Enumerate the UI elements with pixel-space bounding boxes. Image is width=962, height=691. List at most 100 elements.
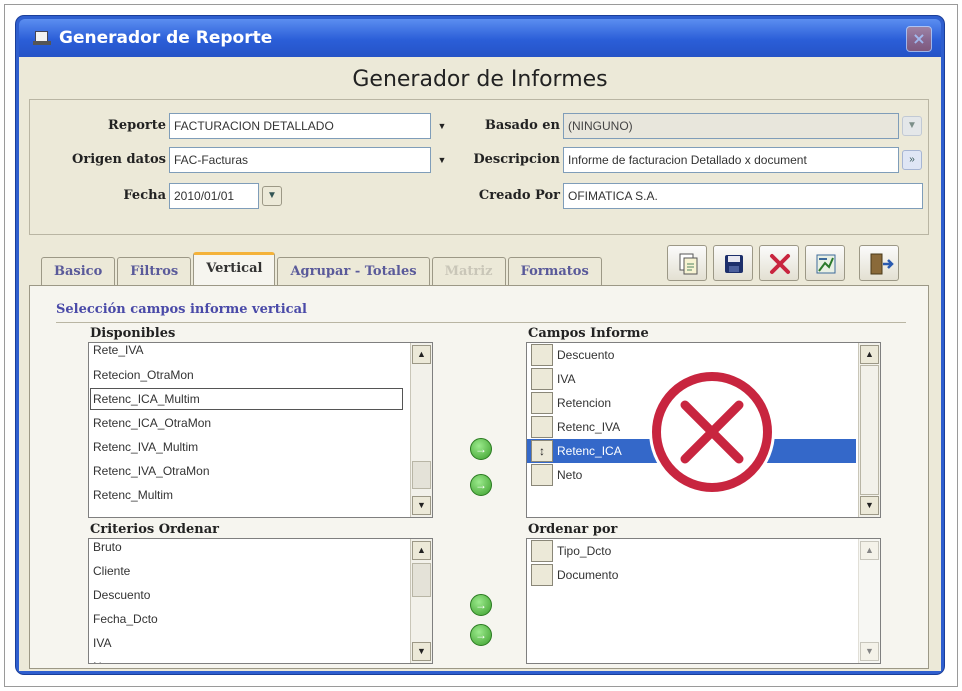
title-bar[interactable]: Generador de Reporte × bbox=[19, 19, 941, 57]
list-item[interactable]: IVA bbox=[89, 631, 432, 655]
list-item[interactable]: Retenc_ICA_OtraMon bbox=[89, 411, 432, 435]
criterios-scrollbar[interactable]: ▲ ▼ bbox=[410, 539, 432, 663]
list-item[interactable]: Tipo_Dcto bbox=[527, 539, 880, 563]
section-divider bbox=[56, 322, 906, 323]
form-title: Generador de Informes bbox=[352, 67, 608, 92]
export-button[interactable] bbox=[805, 245, 845, 281]
scroll-thumb[interactable] bbox=[412, 461, 431, 489]
list-item[interactable]: Retenc_ICA_Multim bbox=[89, 387, 404, 411]
campos-informe-label: Campos Informe bbox=[528, 326, 649, 341]
origen-datos-label: Origen datos bbox=[72, 152, 166, 167]
disponibles-scrollbar[interactable]: ▲ ▼ bbox=[410, 343, 432, 517]
reporte-dropdown-icon[interactable]: ▼ bbox=[433, 113, 451, 139]
delete-icon bbox=[770, 254, 790, 274]
row-handle[interactable] bbox=[531, 368, 553, 390]
cross-mark-icon bbox=[680, 400, 744, 464]
sort-handle-icon[interactable]: ↕ bbox=[531, 440, 553, 462]
save-button[interactable] bbox=[713, 245, 753, 281]
creado-por-field[interactable]: OFIMATICA S.A. bbox=[563, 183, 923, 209]
field-name: Tipo_Dcto bbox=[557, 544, 612, 558]
tab-vertical[interactable]: Vertical bbox=[193, 252, 276, 285]
list-item[interactable]: Fecha_Dcto bbox=[89, 607, 432, 631]
row-handle[interactable] bbox=[531, 344, 553, 366]
basado-en-field: (NINGUNO) bbox=[563, 113, 899, 139]
window-title: Generador de Reporte bbox=[59, 28, 273, 48]
scroll-up-icon: ▲ bbox=[860, 541, 879, 560]
field-name: Retenc_IVA bbox=[557, 420, 621, 434]
list-item[interactable]: Retenc_Multim bbox=[89, 483, 432, 507]
field-name: Descuento bbox=[557, 348, 615, 362]
expand-description-icon[interactable]: » bbox=[902, 150, 922, 170]
list-item[interactable]: Documento bbox=[527, 563, 880, 587]
scroll-up-icon[interactable]: ▲ bbox=[412, 541, 431, 560]
field-name: Retenc_ICA bbox=[557, 444, 622, 458]
row-handle[interactable] bbox=[531, 464, 553, 486]
remove-field-button[interactable]: → bbox=[470, 474, 492, 496]
delete-button[interactable] bbox=[759, 245, 799, 281]
report-header-group: Reporte FACTURACION DETALLADO ▼ Origen d… bbox=[29, 99, 929, 235]
list-item[interactable]: Bruto bbox=[89, 539, 432, 559]
add-sort-button[interactable]: → bbox=[470, 594, 492, 616]
scroll-down-icon[interactable]: ▼ bbox=[860, 496, 879, 515]
add-field-button[interactable]: → bbox=[470, 438, 492, 460]
ordenar-por-label: Ordenar por bbox=[528, 522, 618, 537]
list-item[interactable]: Retenc_IVA_Multim bbox=[89, 435, 432, 459]
tab-filtros[interactable]: Filtros bbox=[117, 257, 192, 285]
copy-icon bbox=[679, 253, 698, 275]
row-handle[interactable] bbox=[531, 392, 553, 414]
scroll-track[interactable] bbox=[860, 365, 879, 495]
list-item[interactable]: Descuento bbox=[527, 343, 880, 367]
basado-en-dropdown-icon: ▼ bbox=[902, 116, 922, 136]
list-item[interactable]: Retecion_OtraMon bbox=[89, 363, 432, 387]
fecha-label: Fecha bbox=[123, 188, 166, 203]
row-handle[interactable] bbox=[531, 564, 553, 586]
window-client-area: Generador de Informes Reporte FACTURACIO… bbox=[19, 57, 941, 671]
scroll-up-icon[interactable]: ▲ bbox=[860, 345, 879, 364]
fecha-dropdown-icon[interactable]: ▼ bbox=[262, 186, 282, 206]
descripcion-label: Descripcion bbox=[473, 152, 560, 167]
reporte-label: Reporte bbox=[108, 118, 166, 133]
campos-informe-scrollbar[interactable]: ▲ ▼ bbox=[858, 343, 880, 517]
vertical-tab-panel: Selección campos informe vertical Dispon… bbox=[29, 285, 929, 669]
list-item[interactable]: Retenc_IVA_OtraMon bbox=[89, 459, 432, 483]
scroll-up-icon[interactable]: ▲ bbox=[412, 345, 431, 364]
app-icon bbox=[33, 30, 51, 46]
close-button[interactable]: × bbox=[906, 26, 932, 52]
field-name: Retencion bbox=[557, 396, 612, 410]
tab-agrupar-totales[interactable]: Agrupar - Totales bbox=[277, 257, 430, 285]
row-handle[interactable] bbox=[531, 416, 553, 438]
disponibles-list[interactable]: Rete_IVA Retecion_OtraMon Retenc_ICA_Mul… bbox=[88, 342, 433, 518]
exit-button[interactable] bbox=[859, 245, 899, 281]
save-icon bbox=[725, 255, 743, 273]
list-item[interactable]: Neto bbox=[89, 655, 432, 663]
list-item[interactable]: Descuento bbox=[89, 583, 432, 607]
criterios-ordenar-label: Criterios Ordenar bbox=[90, 522, 219, 537]
remove-sort-button[interactable]: → bbox=[470, 624, 492, 646]
scroll-down-icon: ▼ bbox=[860, 642, 879, 661]
list-item[interactable]: Rete_IVA bbox=[89, 343, 432, 363]
criterios-ordenar-list[interactable]: Bruto Cliente Descuento Fecha_Dcto IVA N… bbox=[88, 538, 433, 664]
tab-matriz: Matriz bbox=[431, 257, 506, 285]
scroll-down-icon[interactable]: ▼ bbox=[412, 496, 431, 515]
ordenar-por-list[interactable]: Tipo_Dcto Documento ▲ ▼ bbox=[526, 538, 881, 664]
field-name: IVA bbox=[557, 372, 576, 386]
tab-strip: Basico Filtros Vertical Agrupar - Totale… bbox=[41, 251, 604, 285]
disponibles-label: Disponibles bbox=[90, 326, 176, 341]
field-name: Neto bbox=[557, 468, 583, 482]
list-item[interactable]: Cliente bbox=[89, 559, 432, 583]
origen-datos-field[interactable]: FAC-Facturas bbox=[169, 147, 431, 173]
ordenar-por-scrollbar: ▲ ▼ bbox=[858, 539, 880, 663]
descripcion-field[interactable]: Informe de facturacion Detallado x docum… bbox=[563, 147, 899, 173]
exit-icon bbox=[870, 253, 894, 275]
fecha-field[interactable]: 2010/01/01 bbox=[169, 183, 259, 209]
scroll-thumb[interactable] bbox=[412, 563, 431, 597]
report-generator-window: Generador de Reporte × Generador de Info… bbox=[16, 16, 944, 674]
tab-basico[interactable]: Basico bbox=[41, 257, 116, 285]
field-name: Documento bbox=[557, 568, 619, 582]
tab-formatos[interactable]: Formatos bbox=[507, 257, 602, 285]
scroll-down-icon[interactable]: ▼ bbox=[412, 642, 431, 661]
row-handle[interactable] bbox=[531, 540, 553, 562]
origen-datos-dropdown-icon[interactable]: ▼ bbox=[433, 147, 451, 173]
copy-button[interactable] bbox=[667, 245, 707, 281]
reporte-field[interactable]: FACTURACION DETALLADO bbox=[169, 113, 431, 139]
